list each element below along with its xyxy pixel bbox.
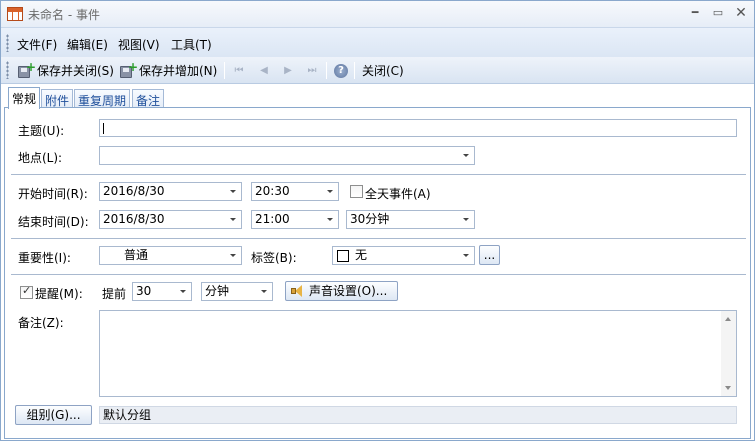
- toolbar-separator: [354, 62, 355, 79]
- importance-combo[interactable]: 普通: [99, 246, 242, 265]
- location-combo[interactable]: [99, 146, 475, 165]
- chevron-down-icon: [230, 190, 236, 193]
- scroll-down-icon[interactable]: [725, 386, 731, 390]
- subject-label: 主题(U):: [18, 124, 65, 138]
- save-add-icon: +: [120, 60, 138, 79]
- start-date-value: 2016/8/30: [103, 184, 165, 198]
- reminder-amount-value: 30: [136, 284, 152, 298]
- reminder-unit-combo[interactable]: 分钟: [201, 282, 273, 301]
- chevron-down-icon: [261, 290, 267, 293]
- start-time-value: 20:30: [255, 184, 290, 198]
- save-add-label: 保存并增加(N): [139, 64, 218, 78]
- chevron-down-icon: [463, 254, 469, 257]
- menu-tools[interactable]: 工具(T): [171, 36, 212, 53]
- importance-value: 普通: [124, 248, 149, 262]
- chevron-down-icon: [327, 218, 333, 221]
- maximize-button[interactable]: ▭: [708, 5, 728, 21]
- subject-input[interactable]: [99, 119, 737, 137]
- end-time-value: 21:00: [255, 212, 290, 226]
- start-date-picker[interactable]: 2016/8/30: [99, 182, 242, 201]
- all-day-checkbox[interactable]: [350, 185, 363, 198]
- menu-file[interactable]: 文件(F): [17, 36, 57, 53]
- reminder-unit-value: 分钟: [205, 284, 230, 298]
- toolbar-separator: [224, 62, 225, 79]
- end-time-combo[interactable]: 21:00: [251, 210, 339, 229]
- next-record-icon[interactable]: ▶: [283, 65, 293, 76]
- section-divider: [11, 174, 746, 175]
- end-time-label: 结束时间(D):: [18, 215, 89, 229]
- menu-grip-handle[interactable]: [6, 34, 9, 52]
- end-date-picker[interactable]: 2016/8/30: [99, 210, 242, 229]
- reminder-amount-combo[interactable]: 30: [132, 282, 192, 301]
- event-window: 未命名 - 事件 ━ ▭ ✕ 文件(F) 编辑(E) 视图(V) 工具(T) +…: [0, 0, 755, 441]
- scroll-up-icon[interactable]: [725, 317, 731, 321]
- tag-combo[interactable]: 无: [332, 246, 475, 265]
- section-divider: [11, 238, 746, 239]
- last-record-icon[interactable]: ⏭: [307, 65, 317, 76]
- close-button[interactable]: 关闭(C): [362, 61, 404, 80]
- calendar-app-icon: [7, 7, 23, 21]
- close-window-button[interactable]: ✕: [731, 5, 751, 21]
- reminder-label[interactable]: 提醒(M):: [35, 285, 83, 302]
- text-caret: [103, 123, 104, 134]
- first-record-icon[interactable]: ⏮: [234, 65, 244, 76]
- previous-record-icon[interactable]: ◀: [259, 65, 269, 76]
- help-icon[interactable]: ?: [334, 64, 348, 78]
- notes-label: 备注(Z):: [18, 316, 64, 330]
- end-date-value: 2016/8/30: [103, 212, 165, 226]
- chevron-down-icon: [230, 254, 236, 257]
- speaker-icon: [290, 284, 306, 298]
- chevron-down-icon: [230, 218, 236, 221]
- group-button[interactable]: 组别(G)...: [15, 405, 92, 425]
- sound-settings-button[interactable]: 声音设置(O)...: [285, 281, 398, 301]
- save-add-button[interactable]: + 保存并增加(N): [120, 60, 218, 80]
- notes-textarea[interactable]: [99, 310, 737, 397]
- tag-more-button[interactable]: ...: [479, 245, 500, 265]
- advance-label: 提前: [102, 287, 127, 301]
- menu-bar: 文件(F) 编辑(E) 视图(V) 工具(T): [1, 27, 754, 57]
- tag-label: 标签(B):: [251, 251, 297, 265]
- menu-edit[interactable]: 编辑(E): [67, 36, 108, 53]
- save-icon: +: [18, 60, 36, 79]
- reminder-checkbox[interactable]: [20, 284, 33, 299]
- menu-view[interactable]: 视图(V): [118, 36, 160, 53]
- tab-general[interactable]: 常规: [8, 87, 41, 109]
- window-title: 未命名 - 事件: [28, 8, 100, 22]
- start-time-label: 开始时间(R):: [18, 187, 88, 201]
- close-label: 关闭(C): [362, 64, 404, 78]
- toolbar-separator: [326, 62, 327, 79]
- chevron-down-icon: [180, 290, 186, 293]
- group-value: 默认分组: [99, 406, 737, 424]
- importance-label: 重要性(I):: [18, 251, 71, 265]
- tag-color-swatch: [337, 250, 349, 262]
- tag-value: 无: [355, 248, 368, 262]
- duration-combo[interactable]: 30分钟: [346, 210, 475, 229]
- title-bar: 未命名 - 事件 ━ ▭ ✕: [1, 1, 754, 27]
- notes-scrollbar[interactable]: [721, 311, 736, 396]
- chevron-down-icon: [463, 154, 469, 157]
- tab-recurrence[interactable]: 重复周期: [74, 89, 131, 108]
- tab-attachments[interactable]: 附件: [41, 89, 74, 108]
- sound-settings-label: 声音设置(O)...: [309, 284, 388, 298]
- toolbar-grip-handle[interactable]: [6, 61, 9, 79]
- all-day-label[interactable]: 全天事件(A): [365, 185, 431, 202]
- start-time-combo[interactable]: 20:30: [251, 182, 339, 201]
- toolbar: + 保存并关闭(S) + 保存并增加(N) ⏮ ◀ ▶ ⏭ 关闭(C): [1, 57, 754, 84]
- location-label: 地点(L):: [18, 151, 63, 165]
- save-close-button[interactable]: + 保存并关闭(S): [18, 60, 114, 80]
- chevron-down-icon: [327, 190, 333, 193]
- chevron-down-icon: [463, 218, 469, 221]
- section-divider: [11, 274, 746, 275]
- duration-value: 30分钟: [350, 212, 390, 226]
- save-close-label: 保存并关闭(S): [37, 64, 114, 78]
- minimize-button[interactable]: ━: [685, 5, 705, 21]
- tab-notes[interactable]: 备注: [132, 89, 165, 108]
